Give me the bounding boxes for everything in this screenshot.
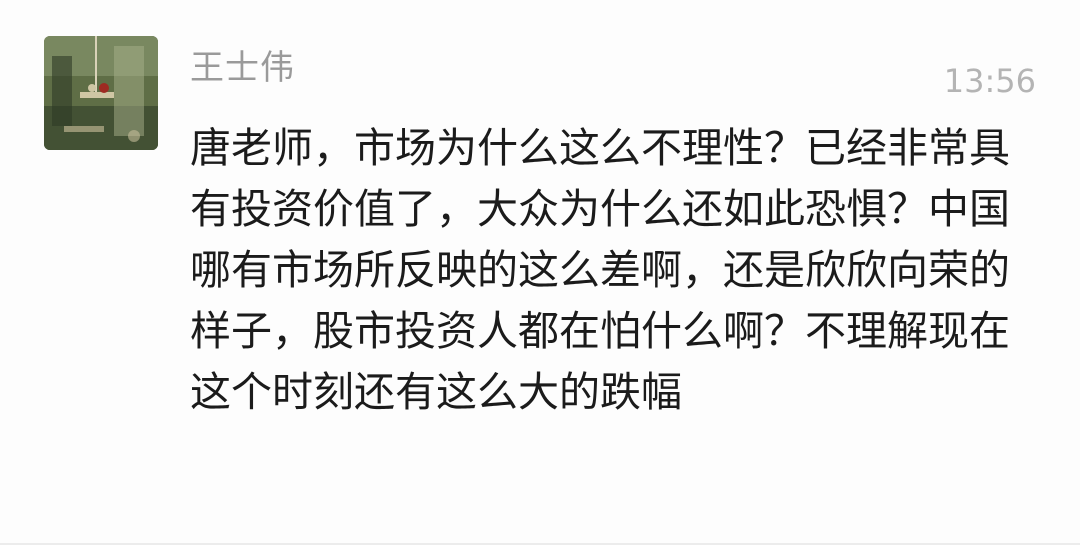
sender-name: 王士伟 — [190, 48, 295, 88]
avatar-image — [44, 36, 158, 150]
message-text: 唐老师，市场为什么这么不理性？已经非常具有投资价值了，大众为什么还如此恐惧？中国… — [190, 124, 1010, 416]
chat-message: 王士伟 13:56 唐老师，市场为什么这么不理性？已经非常具有投资价值了，大众为… — [0, 0, 1080, 545]
message-timestamp: 13:56 — [943, 62, 1036, 100]
avatar[interactable] — [44, 36, 158, 150]
